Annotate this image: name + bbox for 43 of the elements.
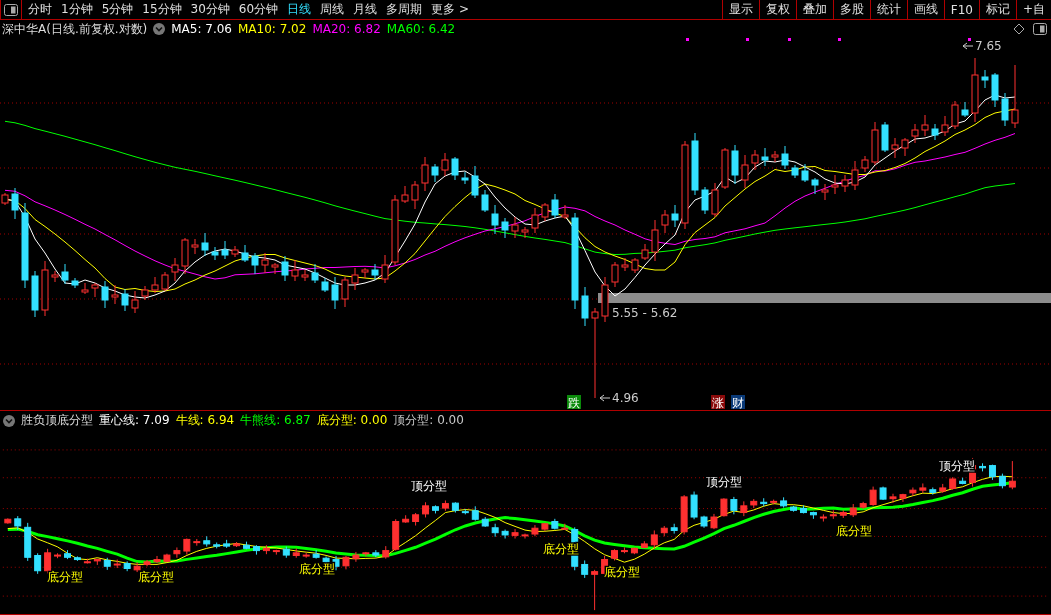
price-label: 4.96 <box>612 391 639 405</box>
chart-title: 深中华A(日线.前复权.对数) <box>2 20 148 38</box>
indicator-value: 重心线: 7.09 <box>99 412 170 429</box>
event-badge[interactable]: 涨 <box>711 395 725 410</box>
period-tab[interactable]: 分时 <box>28 1 52 18</box>
signal-label: 底分型 <box>138 570 175 585</box>
event-badge[interactable]: 跌 <box>567 395 581 410</box>
period-tab[interactable]: 周线 <box>320 1 345 18</box>
indicator-title: 胜负顶底分型 <box>21 412 93 429</box>
indicator-value: 底分型: 0.00 <box>316 412 388 429</box>
event-badge[interactable]: 财 <box>731 395 745 410</box>
indicator-value: MA10: 7.02 <box>238 22 307 36</box>
toolbar-button[interactable]: 统计 <box>869 0 907 19</box>
toolbar-button[interactable]: 画线 <box>906 0 944 19</box>
period-tab[interactable]: 60分钟 <box>238 1 279 18</box>
signal-label: 底分型 <box>836 524 873 539</box>
period-tab[interactable]: 多周期 <box>386 1 423 18</box>
indicator-value: MA5: 7.06 <box>171 22 232 36</box>
signal-label: 顶分型 <box>410 478 447 493</box>
period-tab[interactable]: 月线 <box>353 1 378 18</box>
toolbar-button[interactable]: 叠加 <box>795 0 833 19</box>
toolbar-button[interactable]: +自 <box>1015 0 1051 19</box>
toolbar-button[interactable]: 多股 <box>832 0 870 19</box>
toolbar-button[interactable]: F10 <box>943 0 979 19</box>
indicator-value: MA60: 6.42 <box>386 22 456 36</box>
period-tab[interactable]: 更多 > <box>431 1 469 18</box>
period-tab[interactable]: 日线 <box>287 1 312 18</box>
toolbar-button[interactable]: 标记 <box>978 0 1016 19</box>
indicator-value: MA20: 6.82 <box>312 22 381 36</box>
indicator-value: 顶分型: 0.00 <box>393 412 464 429</box>
toolbar-button[interactable]: 显示 <box>721 0 759 19</box>
price-label: 7.65 <box>975 39 1002 53</box>
period-tab[interactable]: 5分钟 <box>101 1 134 18</box>
period-tab[interactable]: 1分钟 <box>61 1 93 18</box>
period-tab[interactable]: 30分钟 <box>190 1 230 18</box>
signal-label: 底分型 <box>46 570 83 585</box>
signal-label: 顶分型 <box>706 474 742 489</box>
indicator-value: 牛线: 6.94 <box>175 412 235 429</box>
toolbar-button[interactable]: 复权 <box>758 0 796 19</box>
indicator-value: 牛熊线: 6.87 <box>240 412 311 429</box>
signal-label: 底分型 <box>299 562 336 577</box>
price-label: 5.55 - 5.62 <box>612 306 678 320</box>
period-tab[interactable]: 15分钟 <box>142 1 182 18</box>
